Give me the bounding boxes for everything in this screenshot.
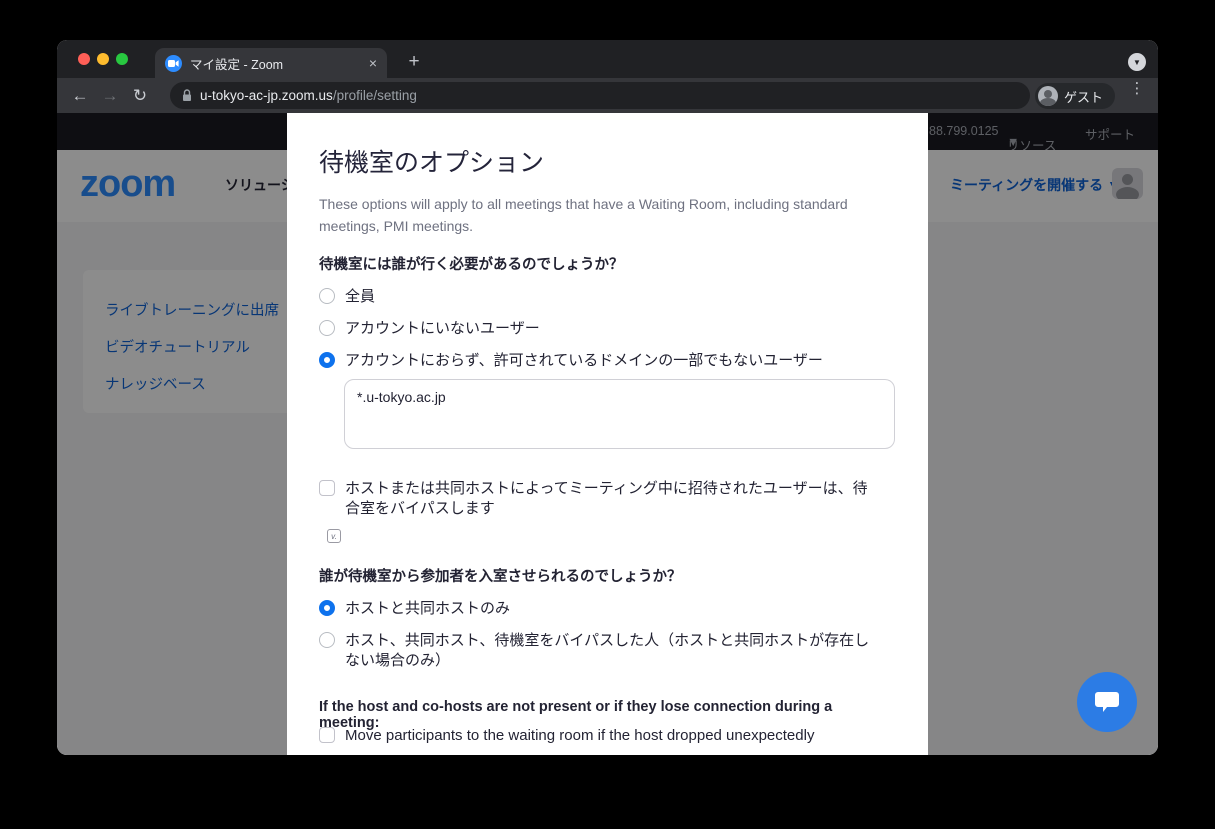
radio-selected-icon[interactable]: [319, 600, 335, 616]
dialog-description: These options will apply to all meetings…: [319, 193, 854, 237]
radio-icon[interactable]: [319, 288, 335, 304]
back-icon[interactable]: ←: [65, 86, 95, 106]
radio-option-host-cohosts-bypassers[interactable]: ホスト、共同ホスト、待機室をバイパスした人（ホストと共同ホストが存在しない場合の…: [319, 631, 871, 671]
url-domain: u-tokyo-ac-jp.zoom.us: [200, 88, 333, 103]
minimize-window-button[interactable]: [97, 53, 109, 65]
fullscreen-window-button[interactable]: [116, 53, 128, 65]
browser-window: マイ設定 - Zoom × + ▼ ← → ↻ u-tokyo-ac-jp.zo…: [57, 40, 1158, 755]
browser-menu-icon[interactable]: ⋮: [1129, 85, 1145, 92]
question-who-goes-to-waiting-room: 待機室には誰が行く必要があるのでしょうか？: [319, 253, 624, 274]
radio-option-everyone[interactable]: 全員: [319, 287, 871, 307]
guest-label: ゲスト: [1064, 87, 1103, 106]
titlebar: マイ設定 - Zoom × + ▼: [57, 40, 1158, 78]
chat-bubble-icon: [1094, 690, 1120, 714]
lock-icon: [182, 89, 192, 102]
radio-option-users-not-in-account[interactable]: アカウントにいないユーザー: [319, 319, 871, 339]
chat-widget-button[interactable]: [1077, 672, 1137, 732]
radio-selected-icon[interactable]: [319, 352, 335, 368]
dialog-title: 待機室のオプション: [319, 143, 544, 179]
forward-icon[interactable]: →: [95, 86, 125, 106]
url-text: u-tokyo-ac-jp.zoom.us/profile/setting: [200, 88, 417, 103]
reload-icon[interactable]: ↻: [125, 86, 155, 106]
waiting-room-options-dialog: 待機室のオプション These options will apply to al…: [287, 113, 928, 755]
url-path: /profile/setting: [333, 88, 417, 103]
close-tab-icon[interactable]: ×: [369, 56, 377, 70]
radio-option-host-cohosts-only[interactable]: ホストと共同ホストのみ: [319, 599, 871, 619]
address-bar[interactable]: u-tokyo-ac-jp.zoom.us/profile/setting: [170, 82, 1030, 109]
new-tab-button[interactable]: +: [402, 51, 426, 73]
chrome-chevron-icon[interactable]: ▼: [1128, 53, 1146, 71]
bypass-waiting-room-checkbox-row[interactable]: ホストまたは共同ホストによってミーティング中に招待されたユーザーは、待合室をバイ…: [319, 479, 871, 519]
radio-icon[interactable]: [319, 632, 335, 648]
close-window-button[interactable]: [78, 53, 90, 65]
radio-option-users-not-in-allowed-domains[interactable]: アカウントにおらず、許可されているドメインの一部でもないユーザー: [319, 351, 871, 371]
guest-avatar-icon: [1038, 86, 1058, 106]
checkbox-icon[interactable]: [319, 480, 335, 496]
zoom-favicon-icon: [165, 55, 182, 72]
browser-tab[interactable]: マイ設定 - Zoom ×: [155, 48, 387, 78]
radio-icon[interactable]: [319, 320, 335, 336]
question-who-can-admit: 誰が待機室から参加者を入室させられるのでしょうか？: [319, 565, 682, 586]
broken-image-icon: v.: [327, 529, 341, 543]
profile-button[interactable]: ゲスト: [1035, 83, 1115, 109]
checkbox-icon[interactable]: [319, 727, 335, 743]
tab-title: マイ設定 - Zoom: [190, 54, 361, 73]
move-participants-checkbox-row[interactable]: Move participants to the waiting room if…: [319, 726, 871, 746]
allowed-domains-textarea[interactable]: *.u-tokyo.ac.jp: [344, 379, 895, 449]
